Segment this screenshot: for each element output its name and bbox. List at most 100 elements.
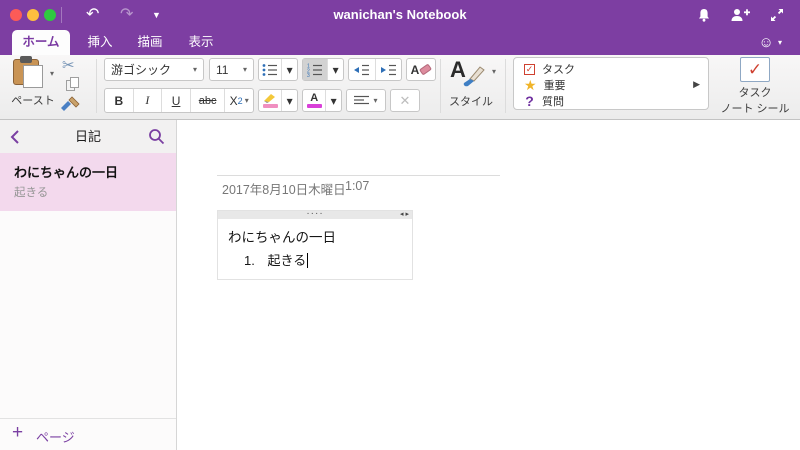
sidebar-header: 日記: [0, 120, 176, 153]
bullet-list-caret-icon[interactable]: ▾: [282, 59, 297, 80]
numbered-list-button[interactable]: 123: [303, 59, 329, 80]
sidebar-footer-divider: [0, 418, 176, 419]
numbered-list-group: 123 ▾: [302, 58, 344, 81]
note-container[interactable]: ···· ◂ ▸ わにちゃんの一日 1. 起きる: [217, 208, 413, 280]
add-page-label: ページ: [36, 430, 75, 445]
copy-front-page: [70, 77, 79, 88]
clipboard-clip: [20, 56, 32, 63]
page-canvas[interactable]: 2017年8月10日木曜日 1:07 ···· ◂ ▸ わにちゃんの一日 1. …: [177, 120, 800, 450]
tab-insert[interactable]: 挿入: [78, 30, 122, 55]
notebook-title: wanichan's Notebook: [333, 7, 467, 22]
page-time[interactable]: 1:07: [345, 179, 369, 193]
page-item-title: わにちゃんの一日: [14, 165, 119, 180]
list-number: 1.: [244, 253, 255, 268]
note-title[interactable]: わにちゃんの一日: [228, 226, 336, 246]
tags-gallery: ✓ タスク ★ 重要 ? 質問 ▶: [513, 57, 709, 110]
page-list-sidebar: 日記 わにちゃんの一日 起きる + ページ: [0, 120, 177, 450]
alignment-button[interactable]: ▾: [346, 89, 386, 112]
fullscreen-expand-icon[interactable]: [770, 8, 784, 27]
format-painter-icon[interactable]: [60, 96, 80, 117]
notifications-bell-icon[interactable]: [696, 7, 712, 28]
highlight-color-bar: [262, 104, 278, 108]
subscript-caret-icon: ▾: [244, 96, 249, 105]
indent-group: [348, 58, 402, 81]
italic-button[interactable]: I: [134, 89, 163, 112]
font-color-bar: [306, 104, 322, 108]
tag-important[interactable]: ★ 重要: [514, 77, 708, 93]
font-color-letter: A: [310, 92, 319, 104]
font-size-caret-icon: ▾: [242, 65, 247, 74]
font-size-value: 11: [216, 62, 229, 77]
smiley-glyph: ☺: [758, 34, 774, 51]
strikethrough-button[interactable]: abc: [191, 89, 226, 112]
delete-button[interactable]: ✕: [390, 89, 420, 112]
question-mark-icon: ?: [525, 93, 534, 109]
titlebar: ↶ ↷ ▼ wanichan's Notebook: [0, 0, 800, 30]
group-divider: [96, 59, 97, 113]
share-add-person-icon[interactable]: [730, 8, 750, 27]
highlight-caret-icon[interactable]: ▾: [282, 90, 297, 111]
style-label: スタイル: [449, 96, 493, 108]
outdent-button[interactable]: [349, 59, 376, 80]
task-seal-checkbox-icon: ✓: [740, 57, 770, 82]
font-size-select[interactable]: 11 ▾: [209, 58, 254, 81]
eraser-icon: [419, 63, 433, 76]
subscript-button[interactable]: X2 ▾: [225, 89, 253, 112]
tag-question[interactable]: ? 質問: [514, 93, 708, 109]
add-page-button[interactable]: + ページ: [0, 420, 176, 450]
bullet-list-button[interactable]: [259, 59, 283, 80]
list-text: 起きる: [267, 253, 307, 268]
note-drag-handle[interactable]: ···· ◂ ▸: [218, 208, 412, 219]
paste-label: ペースト: [11, 95, 55, 107]
important-star-icon: ★: [524, 76, 537, 93]
subscript-x: X: [229, 93, 238, 108]
tab-view[interactable]: 表示: [179, 30, 223, 55]
styles-button[interactable]: A ▾: [448, 57, 496, 89]
ribbon-tab-row: ホーム 挿入 描画 表示 ☺ ▾: [0, 30, 800, 55]
ribbon: ▾ ペースト ✂ 游ゴシック ▾ 11 ▾ B I U abc X2 ▾ ▾ 1…: [0, 55, 800, 120]
alignment-caret-icon: ▾: [373, 96, 378, 105]
paste-button[interactable]: [13, 56, 47, 89]
page-list-item[interactable]: わにちゃんの一日 起きる: [0, 153, 176, 211]
page-title-underline: [217, 175, 500, 176]
font-format-group: B I U abc X2 ▾: [104, 88, 254, 113]
underline-button[interactable]: U: [162, 89, 191, 112]
highlight-button[interactable]: [259, 90, 283, 111]
tag-important-label: 重要: [543, 80, 566, 92]
tab-draw[interactable]: 描画: [128, 30, 172, 55]
clear-formatting-button[interactable]: A: [406, 58, 436, 81]
style-caret-icon: ▾: [492, 67, 497, 76]
note-list-item[interactable]: 1. 起きる: [244, 250, 309, 269]
copy-icon[interactable]: [66, 77, 81, 92]
clipboard-page: [23, 65, 43, 88]
tab-home[interactable]: ホーム: [12, 30, 70, 55]
feedback-caret-icon: ▾: [777, 38, 782, 47]
page-date[interactable]: 2017年8月10日木曜日: [222, 179, 346, 198]
task-checkbox-icon: ✓: [524, 63, 535, 75]
font-color-button[interactable]: A: [303, 90, 327, 111]
drag-dots-icon: ····: [306, 208, 324, 219]
resize-arrows-icon[interactable]: ◂ ▸: [400, 210, 409, 218]
font-color-caret-icon[interactable]: ▾: [326, 90, 341, 111]
cut-icon[interactable]: ✂: [62, 56, 75, 74]
tag-question-label: 質問: [542, 96, 564, 108]
indent-button[interactable]: [376, 59, 402, 80]
font-name-value: 游ゴシック: [111, 63, 172, 77]
highlight-group: ▾: [258, 89, 298, 112]
tag-task[interactable]: ✓ タスク: [514, 61, 708, 77]
tag-seal-label-2: ノート シール: [720, 103, 790, 115]
font-name-select[interactable]: 游ゴシック ▾: [104, 58, 204, 81]
feedback-smiley-icon[interactable]: ☺ ▾: [758, 30, 782, 55]
clear-format-letter: A: [410, 62, 420, 77]
tag-note-seal-button[interactable]: ✓ タスク ノート シール: [712, 57, 798, 115]
search-icon[interactable]: [148, 128, 165, 145]
tags-more-arrow-icon[interactable]: ▶: [693, 79, 700, 90]
svg-text:3: 3: [307, 73, 310, 77]
style-brush-icon: [463, 66, 485, 87]
bold-button[interactable]: B: [105, 89, 134, 112]
font-color-group: A ▾: [302, 89, 342, 112]
tag-seal-label-1: タスク: [738, 87, 772, 99]
numbered-list-caret-icon[interactable]: ▾: [328, 59, 343, 80]
plus-icon: +: [12, 422, 24, 443]
paste-caret-icon[interactable]: ▾: [50, 69, 54, 78]
